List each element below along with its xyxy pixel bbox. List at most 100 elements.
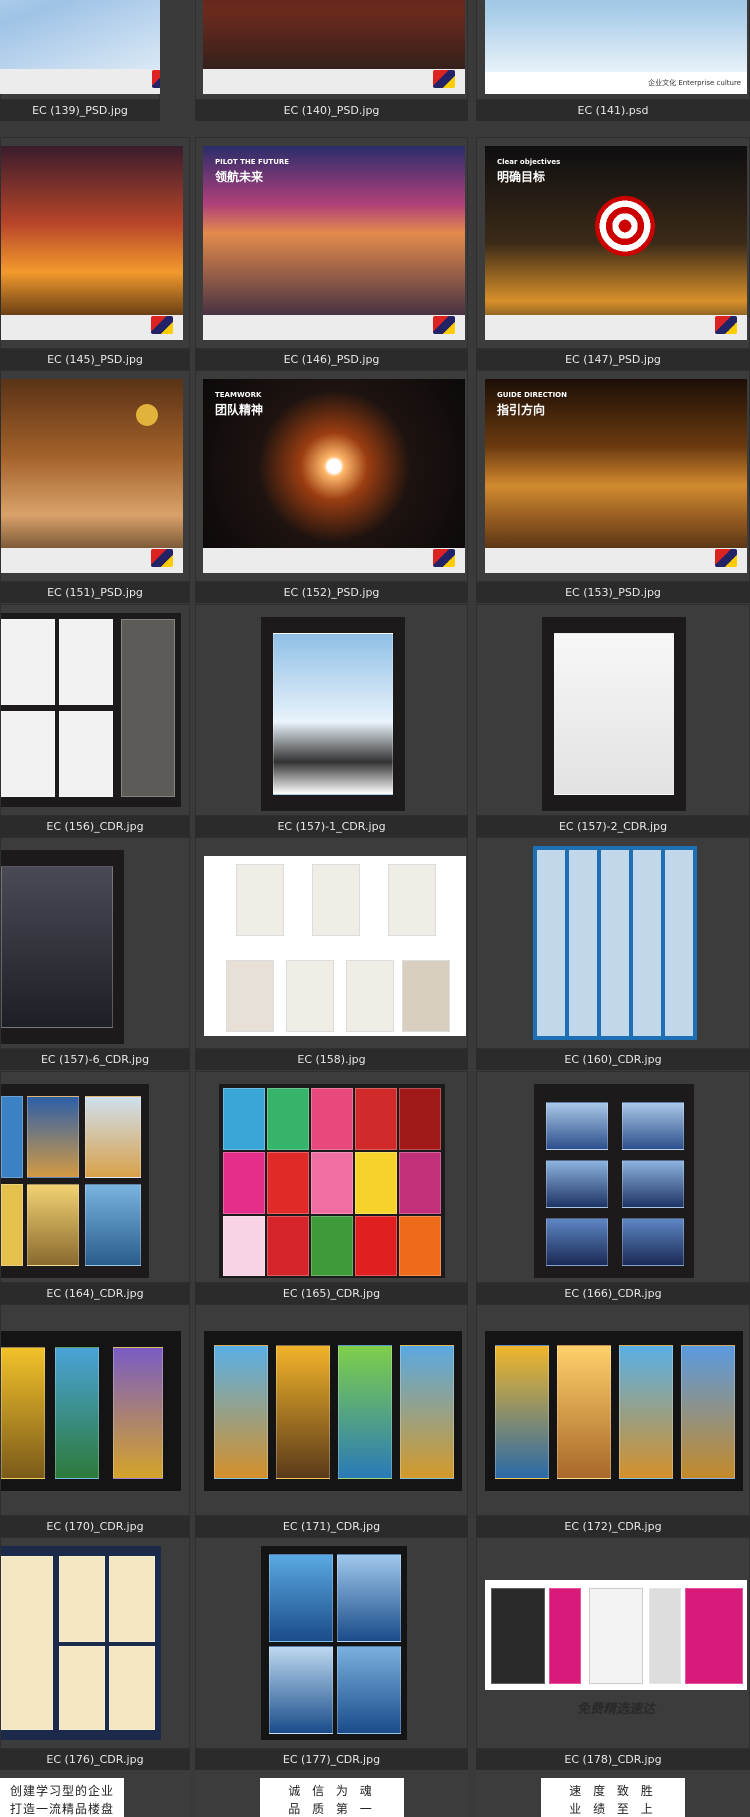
thumbnail-caption: EC (139)_PSD.jpg [0, 100, 160, 121]
slogan-text: 创建学习型的企业 [9, 1784, 114, 1798]
thumbnail-row: EC (156)_CDR.jpg EC (157)-1_CDR.jpg EC (… [0, 604, 750, 837]
thumbnail-row: EC (170)_CDR.jpg EC (171)_CDR.jpg EC (17… [0, 1304, 750, 1537]
thumbnail-tile[interactable]: EC (157)-6_CDR.jpg [0, 837, 190, 1070]
thumbnail-image: TEAMWORK 团队精神 [203, 379, 465, 573]
thumbnail-tile[interactable]: 诚 信 为 魂 品 质 第 一 [195, 1770, 468, 1817]
thumbnail-caption: EC (147)_PSD.jpg [476, 349, 750, 370]
thumbnail-tile[interactable]: EC (160)_CDR.jpg [476, 837, 750, 1070]
thumbnail-tile[interactable]: 企业文化 Enterprise culture EC (141).psd [476, 0, 750, 121]
slogan-text: 品 质 第 一 [288, 1802, 376, 1816]
thumbnail-image [542, 617, 686, 811]
thumbnail-caption: EC (165)_CDR.jpg [195, 1283, 468, 1304]
thumbnail-caption: EC (140)_PSD.jpg [195, 100, 468, 121]
thumbnail-caption: EC (151)_PSD.jpg [0, 582, 190, 603]
thumbnail-caption: EC (171)_CDR.jpg [195, 1516, 468, 1537]
thumbnail-caption: EC (157)-6_CDR.jpg [0, 1049, 190, 1070]
thumbnail-caption: EC (152)_PSD.jpg [195, 582, 468, 603]
thumbnail-caption: EC (145)_PSD.jpg [0, 349, 190, 370]
thumbnail-tile[interactable]: EC (158).jpg [195, 837, 468, 1070]
thumbnail-row: 创建学习型的企业 打造一流精品楼盘 诚 信 为 魂 品 质 第 一 速 度 致 … [0, 1770, 750, 1817]
thumbnail-image [204, 856, 466, 1036]
slogan-text: 业 绩 至 上 [569, 1802, 657, 1816]
thumbnail-row: EC (164)_CDR.jpg EC (165)_CDR.jpg EC (16… [0, 1071, 750, 1304]
thumbnail-tile[interactable]: EC (145)_PSD.jpg [0, 137, 190, 370]
thumbnail-tile[interactable]: EC (140)_PSD.jpg [195, 0, 468, 121]
pilot-cn-title: 领航未来 [215, 170, 264, 184]
thumbnail-image [203, 0, 465, 94]
teamwork-title: TEAMWORK [215, 391, 262, 399]
thumbnail-tile[interactable]: EC (139)_PSD.jpg [0, 0, 160, 121]
pilot-title: PILOT THE FUTURE [215, 158, 290, 166]
thumbnail-caption: EC (158).jpg [195, 1049, 468, 1070]
guide-title: GUIDE DIRECTION [497, 391, 567, 399]
thumbnail-image: PILOT THE FUTURE 领航未来 [203, 146, 465, 340]
thumbnail-image [534, 1084, 694, 1278]
thumbnail-tile[interactable]: EC (157)-2_CDR.jpg [476, 604, 750, 837]
thumbnail-grid: EC (139)_PSD.jpg EC (140)_PSD.jpg 企业文化 E… [0, 0, 750, 1817]
thumbnail-tile[interactable]: EC (176)_CDR.jpg [0, 1537, 190, 1770]
thumbnail-caption: EC (157)-1_CDR.jpg [195, 816, 468, 837]
clear-title: Clear objectives [497, 158, 561, 166]
thumbnail-image: 企业文化 Enterprise culture [485, 0, 747, 94]
thumbnail-tile[interactable]: EC (156)_CDR.jpg [0, 604, 190, 837]
thumbnail-image [1, 613, 181, 807]
medal-icon [136, 404, 158, 426]
thumbnail-caption: EC (146)_PSD.jpg [195, 349, 468, 370]
thumbnail-caption: EC (178)_CDR.jpg [476, 1749, 750, 1770]
thumbnail-caption: EC (172)_CDR.jpg [476, 1516, 750, 1537]
thumbnail-image [1, 1546, 161, 1740]
teamwork-cn-title: 团队精神 [215, 403, 264, 417]
thumbnail-caption: EC (170)_CDR.jpg [0, 1516, 190, 1537]
thumbnail-tile[interactable]: EC (170)_CDR.jpg [0, 1304, 190, 1537]
thumbnail-image [261, 617, 405, 811]
thumbnail-tile[interactable]: 创建学习型的企业 打造一流精品楼盘 [0, 1770, 190, 1817]
thumbnail-tile[interactable]: EC (172)_CDR.jpg [476, 1304, 750, 1537]
thumbnail-row: EC (176)_CDR.jpg EC (177)_CDR.jpg 免费精选速达… [0, 1537, 750, 1770]
thumbnail-image: Clear objectives 明确目标 [485, 146, 747, 340]
enterprise-culture-label: 企业文化 Enterprise culture [485, 72, 747, 94]
thumbnail-tile[interactable]: 速 度 致 胜 业 绩 至 上 [476, 1770, 750, 1817]
thumbnail-tile[interactable]: Clear objectives 明确目标 EC (147)_PSD.jpg [476, 137, 750, 370]
thumbnail-tile[interactable]: EC (151)_PSD.jpg [0, 370, 190, 603]
thumbnail-row: EC (139)_PSD.jpg EC (140)_PSD.jpg 企业文化 E… [0, 0, 750, 121]
thumbnail-row: EC (145)_PSD.jpg PILOT THE FUTURE 领航未来 E… [0, 137, 750, 370]
slogan-text: 诚 信 为 魂 [288, 1784, 376, 1798]
thumbnail-caption: EC (176)_CDR.jpg [0, 1749, 190, 1770]
thumbnail-tile[interactable]: EC (166)_CDR.jpg [476, 1071, 750, 1304]
thumbnail-row: EC (151)_PSD.jpg TEAMWORK 团队精神 EC (152)_… [0, 370, 750, 603]
thumbnail-caption: EC (164)_CDR.jpg [0, 1283, 190, 1304]
thumbnail-tile[interactable]: EC (157)-1_CDR.jpg [195, 604, 468, 837]
thumbnail-image [1, 1084, 149, 1278]
thumbnail-caption: EC (141).psd [476, 100, 750, 121]
thumbnail-image [533, 846, 697, 1040]
thumbnail-image: 诚 信 为 魂 品 质 第 一 [260, 1778, 404, 1817]
thumbnail-image [1, 1331, 181, 1491]
target-icon [595, 196, 655, 256]
clear-cn-title: 明确目标 [497, 170, 546, 184]
thumbnail-caption: EC (153)_PSD.jpg [476, 582, 750, 603]
slogan-text: 速 度 致 胜 [569, 1784, 657, 1798]
thumbnail-image [219, 1084, 445, 1278]
thumbnail-tile[interactable]: PILOT THE FUTURE 领航未来 EC (146)_PSD.jpg [195, 137, 468, 370]
thumbnail-tile[interactable]: EC (165)_CDR.jpg [195, 1071, 468, 1304]
guide-cn-title: 指引方向 [497, 403, 546, 417]
thumbnail-row: EC (157)-6_CDR.jpg EC (158).jpg EC (160)… [0, 837, 750, 1070]
thumbnail-image [485, 1331, 743, 1491]
thumbnail-tile[interactable]: GUIDE DIRECTION 指引方向 EC (153)_PSD.jpg [476, 370, 750, 603]
thumbnail-image [1, 146, 183, 340]
thumbnail-image: 速 度 致 胜 业 绩 至 上 [541, 1778, 685, 1817]
thumbnail-image [1, 850, 124, 1044]
thumbnail-tile[interactable]: EC (177)_CDR.jpg [195, 1537, 468, 1770]
thumbnail-image: 创建学习型的企业 打造一流精品楼盘 [0, 1778, 124, 1817]
thumbnail-caption: EC (177)_CDR.jpg [195, 1749, 468, 1770]
thumbnail-caption: EC (166)_CDR.jpg [476, 1283, 750, 1304]
thumbnail-tile[interactable]: 免费精选速达 EC (178)_CDR.jpg [476, 1537, 750, 1770]
thumbnail-image: GUIDE DIRECTION 指引方向 [485, 379, 747, 573]
thumbnail-tile[interactable]: EC (171)_CDR.jpg [195, 1304, 468, 1537]
thumbnail-tile[interactable]: TEAMWORK 团队精神 EC (152)_PSD.jpg [195, 370, 468, 603]
slogan-text: 打造一流精品楼盘 [9, 1802, 114, 1816]
thumbnail-caption: EC (156)_CDR.jpg [0, 816, 190, 837]
thumbnail-image [261, 1546, 407, 1740]
thumbnail-tile[interactable]: EC (164)_CDR.jpg [0, 1071, 190, 1304]
watermark-text: 免费精选速达 [577, 1702, 656, 1717]
